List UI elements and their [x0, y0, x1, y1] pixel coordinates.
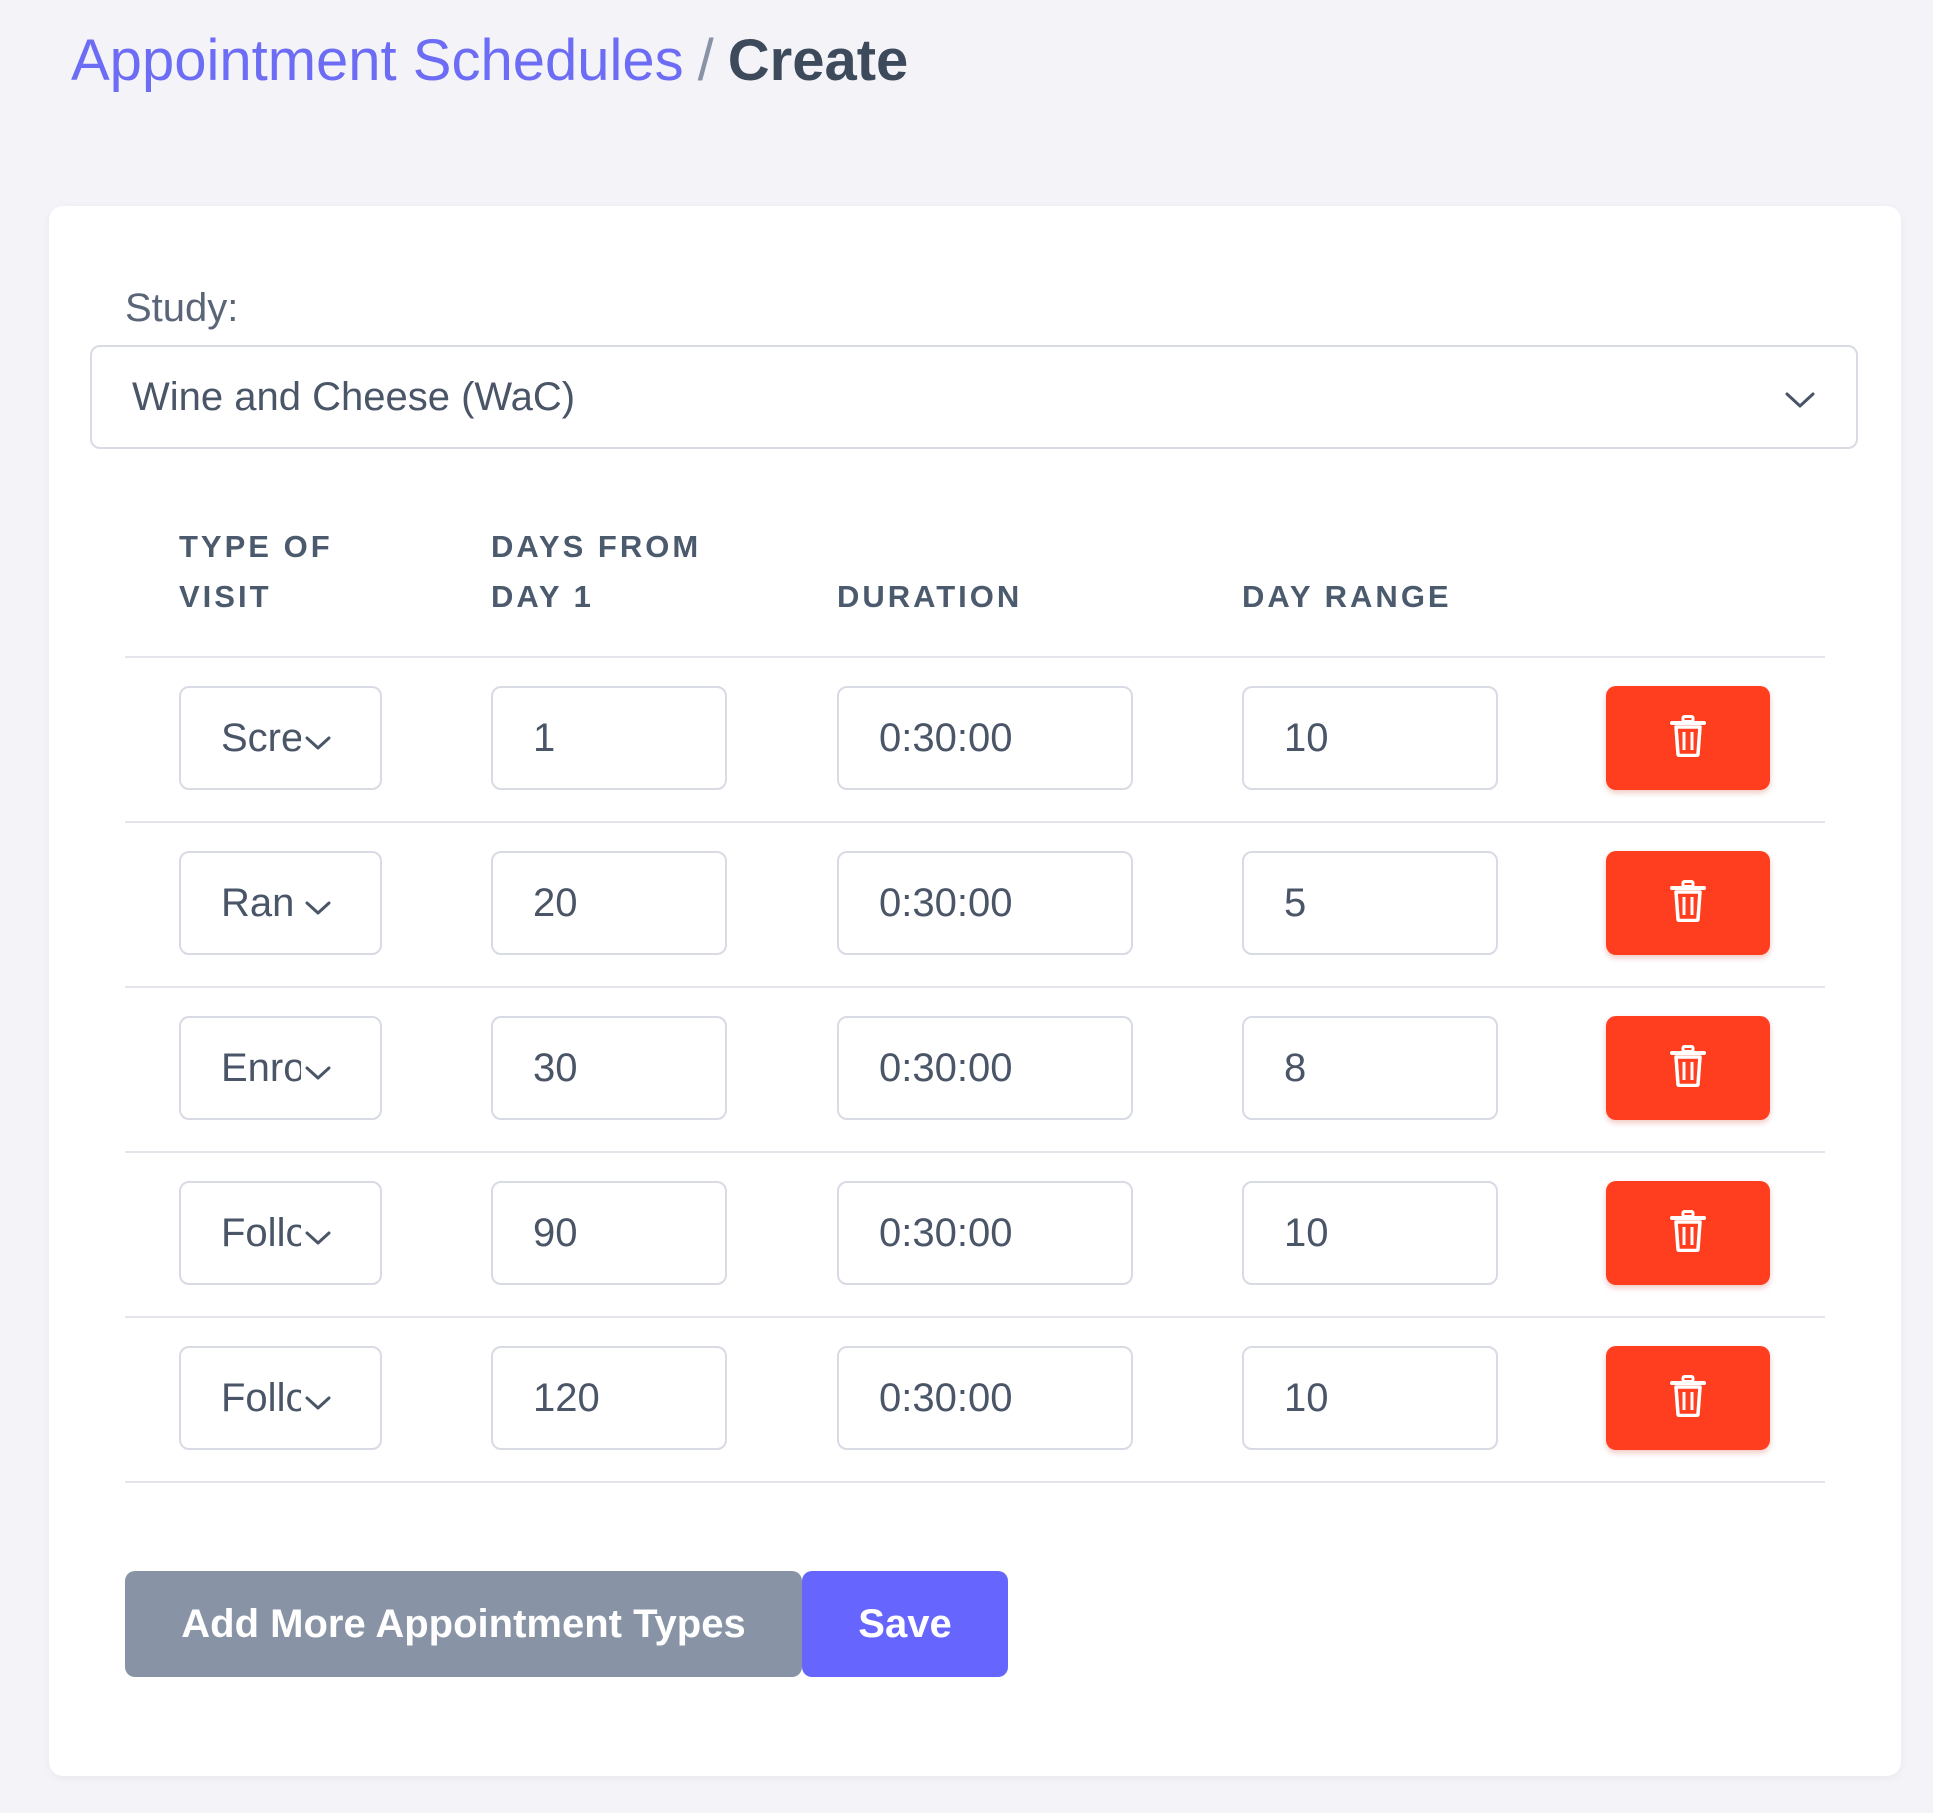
days-from-day-1-input[interactable]: 1 — [491, 686, 727, 790]
header-day-range: DAY RANGE — [1242, 579, 1452, 614]
type-of-visit-select[interactable]: Ran — [179, 851, 382, 955]
trash-icon — [1670, 879, 1706, 927]
days-from-day-1-input[interactable]: 120 — [491, 1346, 727, 1450]
type-of-visit-select[interactable]: Enro — [179, 1016, 382, 1120]
duration-input[interactable]: 0:30:00 — [837, 1016, 1133, 1120]
page-title: Create — [727, 28, 909, 93]
table-row: Follo 90 0:30:00 10 — [125, 1153, 1825, 1318]
breadcrumb-separator: / — [697, 28, 714, 93]
chevron-down-icon — [305, 1046, 331, 1091]
chevron-down-icon — [305, 716, 331, 761]
add-appointment-types-button[interactable]: Add More Appointment Types — [125, 1571, 802, 1677]
trash-icon — [1670, 1044, 1706, 1092]
trash-icon — [1670, 1374, 1706, 1422]
delete-row-button[interactable] — [1606, 1346, 1770, 1450]
delete-row-button[interactable] — [1606, 686, 1770, 790]
duration-input[interactable]: 0:30:00 — [837, 1181, 1133, 1285]
day-range-input[interactable]: 5 — [1242, 851, 1498, 955]
chevron-down-icon — [1784, 375, 1816, 420]
table-row: Ran 20 0:30:00 5 — [125, 823, 1825, 988]
header-days-from-day-1: DAYS FROM DAY 1 — [491, 529, 702, 614]
table-row: Scre 1 0:30:00 10 — [125, 658, 1825, 823]
day-range-input[interactable]: 8 — [1242, 1016, 1498, 1120]
table-header: TYPE OF VISIT DAYS FROM DAY 1 DURATION D… — [125, 506, 1825, 658]
schedule-form-card: Study: Wine and Cheese (WaC) TYPE OF VIS… — [49, 206, 1901, 1776]
trash-icon — [1670, 1209, 1706, 1257]
trash-icon — [1670, 714, 1706, 762]
study-select-value: Wine and Cheese (WaC) — [132, 374, 576, 419]
header-type-of-visit: TYPE OF VISIT — [179, 529, 333, 614]
delete-row-button[interactable] — [1606, 1181, 1770, 1285]
day-range-input[interactable]: 10 — [1242, 1181, 1498, 1285]
duration-input[interactable]: 0:30:00 — [837, 1346, 1133, 1450]
type-of-visit-select[interactable]: Follo — [179, 1181, 382, 1285]
day-range-input[interactable]: 10 — [1242, 686, 1498, 790]
chevron-down-icon — [305, 1376, 331, 1421]
days-from-day-1-input[interactable]: 20 — [491, 851, 727, 955]
table-row: Enro 30 0:30:00 8 — [125, 988, 1825, 1153]
save-button[interactable]: Save — [802, 1571, 1008, 1677]
type-of-visit-select[interactable]: Scre — [179, 686, 382, 790]
breadcrumb-link-appointment-schedules[interactable]: Appointment Schedules — [71, 28, 684, 93]
study-select[interactable]: Wine and Cheese (WaC) — [90, 345, 1858, 449]
study-label: Study: — [125, 286, 239, 330]
table-row: Follo 120 0:30:00 10 — [125, 1318, 1825, 1483]
type-of-visit-select[interactable]: Follo — [179, 1346, 382, 1450]
delete-row-button[interactable] — [1606, 851, 1770, 955]
days-from-day-1-input[interactable]: 30 — [491, 1016, 727, 1120]
appointment-types-table: TYPE OF VISIT DAYS FROM DAY 1 DURATION D… — [125, 506, 1825, 1483]
day-range-input[interactable]: 10 — [1242, 1346, 1498, 1450]
delete-row-button[interactable] — [1606, 1016, 1770, 1120]
chevron-down-icon — [305, 881, 331, 926]
chevron-down-icon — [305, 1211, 331, 1256]
duration-input[interactable]: 0:30:00 — [837, 851, 1133, 955]
duration-input[interactable]: 0:30:00 — [837, 686, 1133, 790]
header-duration: DURATION — [837, 579, 1023, 614]
days-from-day-1-input[interactable]: 90 — [491, 1181, 727, 1285]
breadcrumb: Appointment Schedules / Create — [71, 26, 908, 96]
